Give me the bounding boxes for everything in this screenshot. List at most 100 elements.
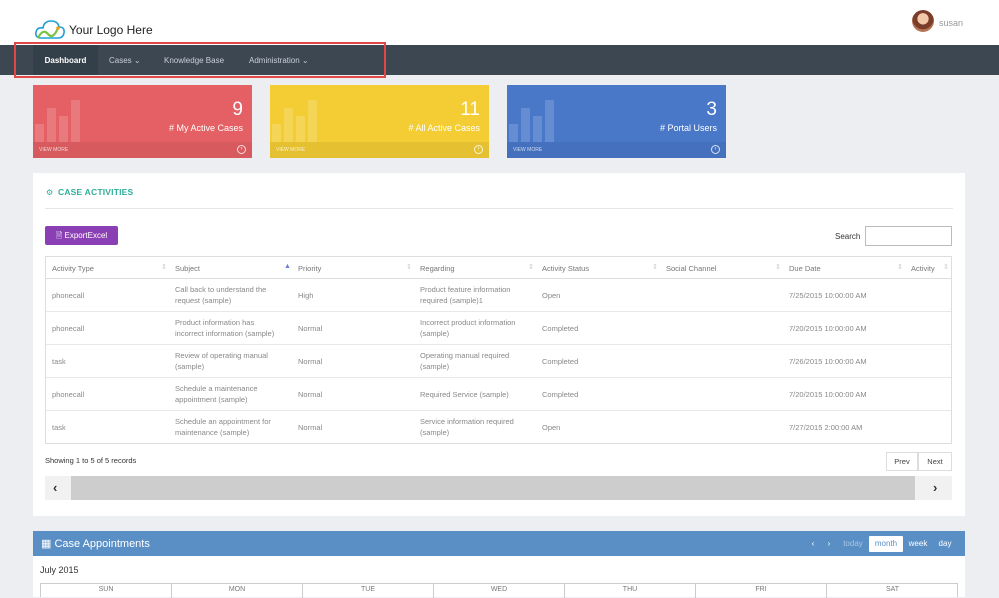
export-label: ExportExcel — [64, 231, 108, 240]
tile-label: # My Active Cases — [168, 123, 243, 133]
user-menu[interactable]: susan — [899, 9, 999, 35]
weekday: THU — [565, 584, 696, 598]
tile-value: 11 — [460, 99, 480, 120]
records-info: Showing 1 to 5 of 5 records — [45, 456, 137, 465]
weekday: TUE — [303, 584, 434, 598]
table-row[interactable]: task Review of operating manual (sample) … — [46, 345, 951, 378]
table-row[interactable]: phonecall Product information has incorre… — [46, 312, 951, 345]
tile-value: 3 — [706, 99, 717, 120]
cell-type: task — [52, 357, 66, 366]
cell-regarding: Service information required (sample) — [420, 417, 514, 437]
table-row[interactable]: phonecall Call back to understand the req… — [46, 279, 951, 312]
case-activities-panel: ⚙ CASE ACTIVITIES 🗎 ExportExcel Search A… — [33, 173, 965, 516]
cell-regarding: Required Service (sample) — [420, 390, 509, 399]
bars-icon — [35, 95, 91, 142]
cell-due: 7/26/2015 10:00:00 AM — [789, 357, 867, 366]
arrow-right-icon[interactable]: › — [711, 145, 720, 154]
month-view-button[interactable]: month — [869, 536, 903, 552]
sort-asc-icon[interactable]: ▲ — [284, 263, 291, 270]
cell-type: phonecall — [52, 390, 85, 399]
today-button[interactable]: today — [839, 536, 867, 552]
cell-due: 7/20/2015 10:00:00 AM — [789, 390, 867, 399]
cell-status: Open — [542, 423, 561, 432]
bars-icon — [509, 95, 565, 142]
table-row[interactable]: task Schedule an appointment for maintena… — [46, 411, 951, 444]
sort-icon[interactable]: ⇕ — [528, 263, 534, 271]
weekday: MON — [172, 584, 303, 598]
cloud-logo-icon[interactable] — [34, 16, 66, 42]
export-excel-button[interactable]: 🗎 ExportExcel — [45, 226, 118, 245]
nav-dashboard[interactable]: Dashboard — [33, 45, 98, 75]
table-header: Activity Type ⇕ Subject ▲ Priority ⇕ Reg… — [46, 257, 951, 279]
divider — [45, 208, 953, 209]
cell-due: 7/25/2015 10:00:00 AM — [789, 291, 867, 300]
cell-type: phonecall — [52, 324, 85, 333]
cell-status: Open — [542, 291, 561, 300]
weekday-header: SUN MON TUE WED THU FRI SAT — [40, 583, 958, 598]
view-more-link[interactable]: VIEW MORE — [513, 147, 542, 153]
col-due-date[interactable]: Due Date — [789, 264, 821, 273]
nav-cases[interactable]: Cases ⌄ — [109, 45, 141, 75]
tile-footer[interactable]: VIEW MORE › — [33, 142, 252, 158]
cell-status: Completed — [542, 324, 579, 333]
tile-my-active-cases[interactable]: 9 # My Active Cases VIEW MORE › — [33, 85, 252, 158]
prev-button[interactable]: Prev — [886, 452, 918, 471]
top-header: Your Logo Here susan — [0, 0, 999, 45]
scroll-right-icon[interactable]: › — [933, 480, 937, 495]
avatar[interactable] — [912, 10, 934, 32]
logo-text[interactable]: Your Logo Here — [69, 23, 153, 37]
next-month-icon[interactable]: › — [823, 536, 835, 552]
day-view-button[interactable]: day — [934, 536, 956, 552]
sort-icon[interactable]: ⇕ — [775, 263, 781, 271]
month-label: July 2015 — [40, 565, 79, 575]
activities-table: Activity Type ⇕ Subject ▲ Priority ⇕ Reg… — [45, 256, 952, 444]
username[interactable]: susan — [939, 18, 963, 28]
arrow-right-icon[interactable]: › — [237, 145, 246, 154]
col-social-channel[interactable]: Social Channel — [666, 264, 716, 273]
sort-icon[interactable]: ⇕ — [943, 263, 949, 271]
tile-portal-users[interactable]: 3 # Portal Users VIEW MORE › — [507, 85, 726, 158]
view-more-link[interactable]: VIEW MORE — [276, 147, 305, 153]
prev-month-icon[interactable]: ‹ — [807, 536, 819, 552]
panel-title: CASE ACTIVITIES — [58, 187, 134, 197]
cell-subject: Call back to understand the request (samp… — [175, 285, 267, 305]
col-priority[interactable]: Priority — [298, 264, 321, 273]
cell-status: Completed — [542, 390, 579, 399]
arrow-right-icon[interactable]: › — [474, 145, 483, 154]
main-nav: Dashboard Cases ⌄ Knowledge Base Adminis… — [0, 45, 999, 75]
nav-knowledge-base[interactable]: Knowledge Base — [164, 45, 224, 75]
cell-priority: Normal — [298, 390, 323, 399]
search-input[interactable] — [865, 226, 952, 246]
week-view-button[interactable]: week — [904, 536, 932, 552]
view-more-link[interactable]: VIEW MORE — [39, 147, 68, 153]
cell-status: Completed — [542, 357, 579, 366]
col-regarding[interactable]: Regarding — [420, 264, 455, 273]
tile-label: # Portal Users — [659, 123, 717, 133]
sort-icon[interactable]: ⇕ — [897, 263, 903, 271]
next-button[interactable]: Next — [918, 452, 952, 471]
nav-administration[interactable]: Administration ⌄ — [249, 45, 309, 75]
col-activity[interactable]: Activity — [911, 264, 935, 273]
cell-subject: Review of operating manual (sample) — [175, 351, 268, 371]
tile-footer[interactable]: VIEW MORE › — [507, 142, 726, 158]
col-activity-type[interactable]: Activity Type — [52, 264, 94, 273]
cell-regarding: Operating manual required (sample) — [420, 351, 510, 371]
cell-due: 7/27/2015 2:00:00 AM — [789, 423, 863, 432]
sort-icon[interactable]: ⇕ — [652, 263, 658, 271]
tile-all-active-cases[interactable]: 11 # All Active Cases VIEW MORE › — [270, 85, 489, 158]
cell-priority: Normal — [298, 357, 323, 366]
cell-subject: Product information has incorrect informa… — [175, 318, 275, 338]
col-activity-status[interactable]: Activity Status — [542, 264, 589, 273]
table-row[interactable]: phonecall Schedule a maintenance appointm… — [46, 378, 951, 411]
tile-label: # All Active Cases — [408, 123, 480, 133]
sort-icon[interactable]: ⇕ — [406, 263, 412, 271]
horizontal-scrollbar[interactable]: ‹ › — [45, 476, 952, 500]
tile-footer[interactable]: VIEW MORE › — [270, 142, 489, 158]
weekday: SAT — [885, 586, 900, 593]
sort-icon[interactable]: ⇕ — [161, 263, 167, 271]
col-subject[interactable]: Subject — [175, 264, 200, 273]
cell-type: task — [52, 423, 66, 432]
scroll-thumb[interactable] — [71, 476, 915, 500]
scroll-left-icon[interactable]: ‹ — [53, 480, 57, 495]
calendar-header: ▦ Case Appointments ‹ › today month week… — [33, 531, 965, 556]
